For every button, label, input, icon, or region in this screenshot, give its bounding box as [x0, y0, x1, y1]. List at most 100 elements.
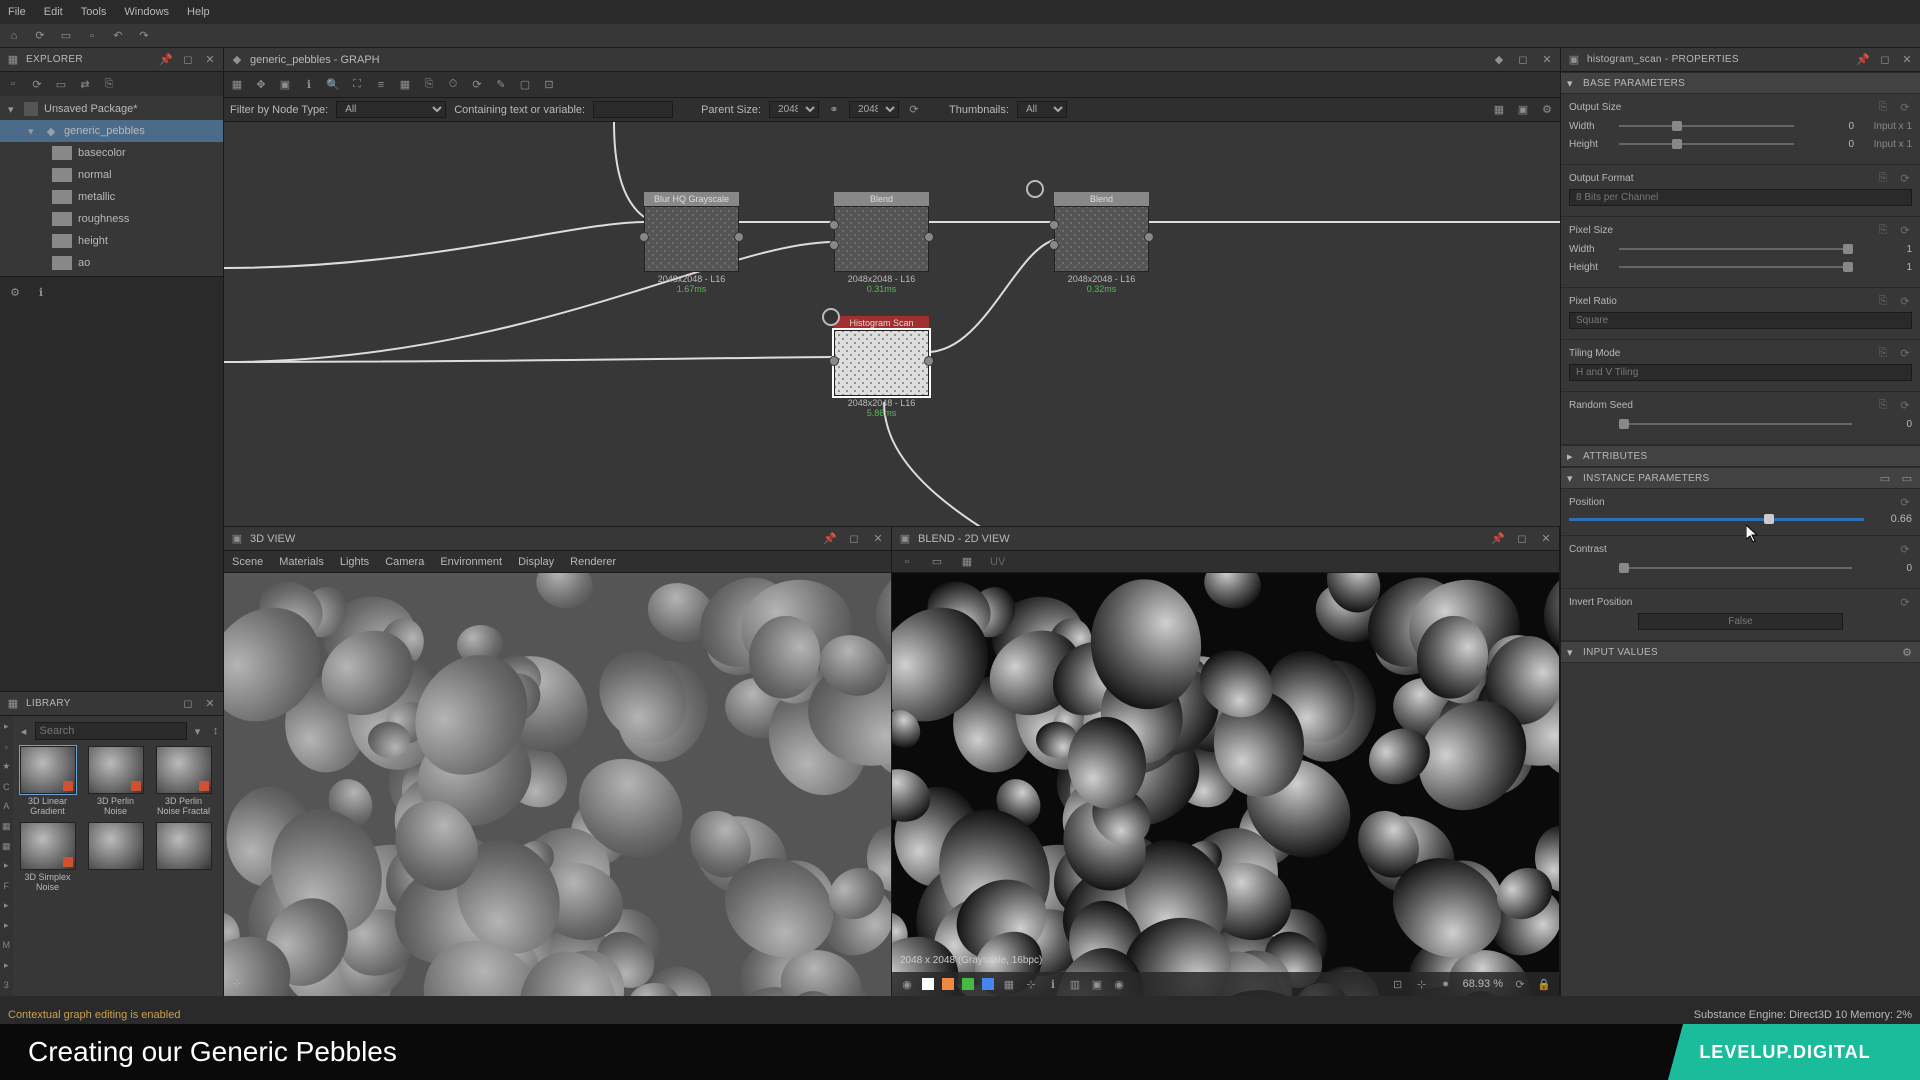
- link-icon[interactable]: ⎘: [1876, 398, 1890, 412]
- link-icon[interactable]: ⚭: [827, 103, 841, 117]
- library-search-input[interactable]: [35, 722, 187, 740]
- section-base-parameters[interactable]: ▾Base Parameters: [1561, 72, 1920, 94]
- reset-icon[interactable]: ⟳: [1898, 398, 1912, 412]
- view2d-viewport[interactable]: 2048 x 2048 (Grayscale, 16bpc) ◉ ▦ ⊹ ℹ ▥…: [892, 573, 1559, 996]
- link-icon[interactable]: ⎘: [1876, 171, 1890, 185]
- pin-icon[interactable]: ◆: [1492, 53, 1506, 67]
- dot-icon[interactable]: ●: [1439, 977, 1453, 991]
- align-icon[interactable]: ≡: [374, 78, 388, 92]
- save-icon[interactable]: ▫: [84, 28, 100, 44]
- image-icon[interactable]: ▣: [1090, 977, 1104, 991]
- axis-icon[interactable]: ⊹: [230, 976, 244, 990]
- menu-file[interactable]: File: [8, 6, 26, 18]
- folder-icon[interactable]: ▭: [54, 77, 68, 91]
- grid-icon[interactable]: ▦: [1002, 977, 1016, 991]
- reset-icon[interactable]: ⟳: [1898, 595, 1912, 609]
- link-icon[interactable]: ⎘: [1876, 100, 1890, 114]
- menu-lights[interactable]: Lights: [340, 556, 369, 568]
- section-instance-parameters[interactable]: ▾Instance Parameters ▭▭: [1561, 467, 1920, 489]
- link-icon[interactable]: ⎘: [1876, 294, 1890, 308]
- node-blend-2[interactable]: Blend 2048x2048 - L16 0.32ms: [1054, 192, 1149, 294]
- histogram-icon[interactable]: ▥: [1068, 977, 1082, 991]
- output-ao[interactable]: ao: [0, 252, 223, 274]
- library-item[interactable]: 3D Simplex Noise: [17, 822, 79, 892]
- pin-icon[interactable]: 📌: [1491, 532, 1505, 546]
- maximize-icon[interactable]: ◻: [181, 53, 195, 67]
- ch-white[interactable]: [922, 978, 934, 990]
- width-slider[interactable]: [1619, 125, 1794, 127]
- tree-graph[interactable]: ▾◆ generic_pebbles: [0, 120, 223, 142]
- camera-icon[interactable]: ▣: [278, 78, 292, 92]
- invert-toggle[interactable]: False: [1638, 613, 1844, 630]
- tool-icon[interactable]: ⚙: [8, 285, 22, 299]
- maximize-icon[interactable]: ◻: [1515, 532, 1529, 546]
- ruler-icon[interactable]: ⊹: [1024, 977, 1038, 991]
- pixel-ratio-combo[interactable]: Square: [1569, 312, 1912, 329]
- info-icon[interactable]: ℹ: [1046, 977, 1060, 991]
- library-item[interactable]: 3D Perlin Noise: [85, 746, 147, 816]
- lock-icon[interactable]: 🔒: [1537, 977, 1551, 991]
- reset-icon[interactable]: ⟳: [1898, 542, 1912, 556]
- seed-slider[interactable]: [1619, 423, 1852, 425]
- menu-renderer[interactable]: Renderer: [570, 556, 616, 568]
- menu-scene[interactable]: Scene: [232, 556, 263, 568]
- pin-icon[interactable]: 📌: [823, 532, 837, 546]
- paste-icon[interactable]: ▭: [1900, 471, 1914, 485]
- info-icon[interactable]: ℹ: [302, 78, 316, 92]
- refresh-icon[interactable]: ⟳: [470, 78, 484, 92]
- output-height[interactable]: height: [0, 230, 223, 252]
- back-icon[interactable]: ◂: [17, 724, 31, 738]
- close-icon[interactable]: ✕: [1539, 532, 1553, 546]
- contrast-slider[interactable]: [1619, 567, 1852, 569]
- ch-r[interactable]: [942, 978, 954, 990]
- maximize-icon[interactable]: ◻: [1878, 53, 1892, 67]
- copy-icon[interactable]: ▭: [1878, 471, 1892, 485]
- link-icon[interactable]: ⎘: [1876, 223, 1890, 237]
- new-icon[interactable]: ▫: [6, 77, 20, 91]
- node-type-filter[interactable]: All: [336, 101, 446, 118]
- link-icon[interactable]: ⎘: [1876, 346, 1890, 360]
- close-icon[interactable]: ✕: [203, 697, 217, 711]
- section-attributes[interactable]: ▸Attributes: [1561, 445, 1920, 467]
- menu-materials[interactable]: Materials: [279, 556, 324, 568]
- maximize-icon[interactable]: ◻: [1516, 53, 1530, 67]
- pin-icon[interactable]: 📌: [1856, 53, 1870, 67]
- fit-icon[interactable]: ⊡: [1391, 977, 1405, 991]
- output-roughness[interactable]: roughness: [0, 208, 223, 230]
- tree-package[interactable]: ▾ Unsaved Package*: [0, 98, 223, 120]
- sync-icon[interactable]: ⇄: [78, 77, 92, 91]
- pixel-height-slider[interactable]: [1619, 266, 1852, 268]
- open-icon[interactable]: ▭: [58, 28, 74, 44]
- menu-help[interactable]: Help: [187, 6, 210, 18]
- node-blend-1[interactable]: Blend 2048x2048 - L16 0.31ms: [834, 192, 929, 294]
- uv-toggle[interactable]: UV: [990, 556, 1005, 568]
- pixel-width-slider[interactable]: [1619, 248, 1852, 250]
- copy-icon[interactable]: ▭: [930, 555, 944, 569]
- color-icon[interactable]: ◉: [1112, 977, 1126, 991]
- menu-windows[interactable]: Windows: [124, 6, 169, 18]
- menu-environment[interactable]: Environment: [440, 556, 502, 568]
- tool-icon[interactable]: ▦: [230, 78, 244, 92]
- library-item[interactable]: [153, 822, 215, 892]
- link-icon[interactable]: ⎘: [102, 77, 116, 91]
- move-icon[interactable]: ✥: [254, 78, 268, 92]
- channels-icon[interactable]: ◉: [900, 977, 914, 991]
- ch-g[interactable]: [962, 978, 974, 990]
- graph-canvas[interactable]: Blur HQ Grayscale 2048x2048 - L16 1.67ms…: [224, 122, 1560, 526]
- node-blur-hq[interactable]: Blur HQ Grayscale 2048x2048 - L16 1.67ms: [644, 192, 739, 294]
- close-icon[interactable]: ✕: [1900, 53, 1914, 67]
- reset-icon[interactable]: ⟳: [1898, 495, 1912, 509]
- reset-icon[interactable]: ⟳: [1898, 100, 1912, 114]
- reset-icon[interactable]: ⟳: [1898, 346, 1912, 360]
- time-icon[interactable]: ⏱: [446, 78, 460, 92]
- redo-icon[interactable]: ↷: [136, 28, 152, 44]
- refresh-icon[interactable]: ⟳: [32, 28, 48, 44]
- edit-icon[interactable]: ✎: [494, 78, 508, 92]
- library-item[interactable]: 3D Linear Gradient: [17, 746, 79, 816]
- settings-icon[interactable]: ⚙: [1540, 103, 1554, 117]
- maximize-icon[interactable]: ◻: [181, 697, 195, 711]
- fit-icon[interactable]: ⛶: [350, 78, 364, 92]
- close-icon[interactable]: ✕: [203, 53, 217, 67]
- refresh-icon[interactable]: ⟳: [1513, 977, 1527, 991]
- output-basecolor[interactable]: basecolor: [0, 142, 223, 164]
